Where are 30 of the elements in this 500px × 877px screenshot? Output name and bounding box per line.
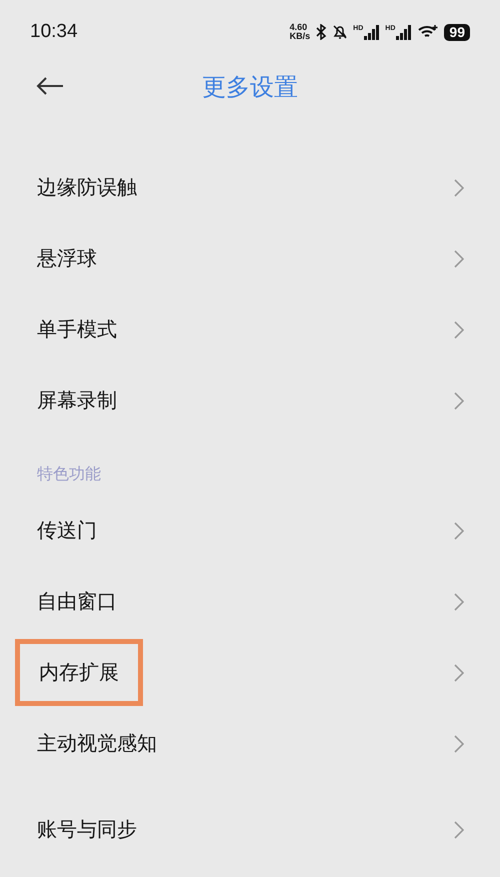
setting-label[interactable]: 边缘防误触 bbox=[37, 154, 137, 221]
setting-label[interactable]: 单手模式 bbox=[37, 296, 117, 363]
bell-muted-icon bbox=[332, 24, 348, 40]
setting-label[interactable]: 悬浮球 bbox=[37, 225, 97, 292]
setting-label[interactable]: 屏幕录制 bbox=[37, 367, 117, 434]
signal-icon bbox=[364, 24, 380, 40]
setting-label[interactable]: 主动视觉感知 bbox=[37, 710, 157, 777]
setting-label[interactable]: 自由窗口 bbox=[37, 568, 117, 635]
battery-level: 99 bbox=[444, 24, 470, 40]
chevron-icon bbox=[454, 592, 464, 610]
highlighted-setting-label[interactable]: 内存扩展 bbox=[15, 639, 143, 706]
chevron-icon bbox=[454, 320, 464, 338]
status-time: 10:34 bbox=[30, 21, 78, 43]
chevron-icon bbox=[454, 250, 464, 268]
chevron-icon bbox=[454, 178, 464, 196]
chevron-icon bbox=[454, 734, 464, 752]
page-title: 更多设置 bbox=[202, 72, 298, 103]
chevron-icon bbox=[454, 664, 464, 682]
section-header: 特色功能 bbox=[36, 463, 102, 485]
chevron-icon bbox=[454, 820, 464, 838]
chevron-icon bbox=[454, 392, 464, 410]
signal-icon bbox=[396, 24, 412, 40]
chevron-icon bbox=[454, 522, 464, 540]
wifi-icon bbox=[417, 24, 440, 40]
setting-label[interactable]: 账号与同步 bbox=[37, 796, 137, 863]
speed-unit: KB/s bbox=[290, 32, 310, 41]
bluetooth-icon bbox=[315, 24, 328, 40]
network-speed: 4.60 bbox=[290, 23, 308, 32]
back-arrow-icon[interactable] bbox=[36, 76, 64, 96]
setting-label[interactable]: 传送门 bbox=[37, 497, 97, 564]
